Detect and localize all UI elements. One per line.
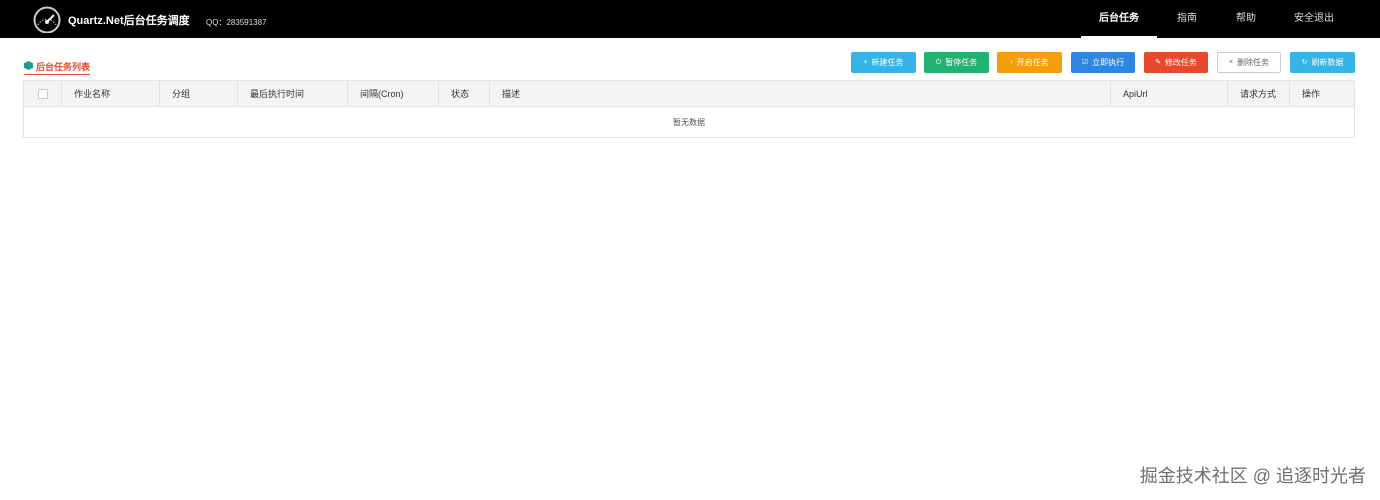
- section-title: 后台任务列表: [24, 60, 91, 75]
- empty-state-text: 暂无数据: [673, 118, 705, 127]
- edit-task-label: 修改任务: [1164, 58, 1197, 67]
- watermark: 掘金技术社区 @ 追逐时光者: [1139, 466, 1366, 486]
- column-header-status[interactable]: 状态: [439, 81, 490, 107]
- qq-contact: QQ：283591387: [206, 18, 267, 27]
- close-icon: ×: [1228, 59, 1234, 66]
- speedometer-logo-icon: [33, 6, 61, 33]
- play-arrow-icon: ›: [1010, 59, 1013, 66]
- column-header-apiurl[interactable]: ApiUrl: [1111, 81, 1228, 107]
- select-all-checkbox[interactable]: [38, 89, 48, 99]
- edit-icon: ✎: [1155, 59, 1161, 66]
- nav-item-guide[interactable]: 指南: [1165, 0, 1209, 38]
- column-header-cron[interactable]: 间隔(Cron): [348, 81, 439, 107]
- section-title-text: 后台任务列表: [36, 62, 91, 72]
- delete-task-label: 删除任务: [1237, 58, 1270, 67]
- plus-icon: +: [863, 59, 868, 66]
- app-title: Quartz.Net后台任务调度: [68, 15, 190, 27]
- table-header: 作业名称 分组 最后执行时间 间隔(Cron) 状态 描述 ApiUrl 请求方…: [24, 81, 1354, 107]
- start-task-label: 开启任务: [1016, 58, 1049, 67]
- cube-icon: [24, 61, 33, 70]
- column-header-group[interactable]: 分组: [160, 81, 238, 107]
- edit-task-button[interactable]: ✎ 修改任务: [1144, 52, 1208, 73]
- top-navbar: Quartz.Net后台任务调度 QQ：283591387 后台任务 指南 帮助…: [0, 0, 1380, 38]
- nav-item-tasks[interactable]: 后台任务: [1081, 0, 1157, 38]
- column-header-job-name[interactable]: 作业名称: [62, 81, 160, 107]
- refresh-icon: ↻: [1301, 59, 1308, 66]
- pause-task-button[interactable]: ⏻ 暂停任务: [924, 52, 989, 73]
- run-now-label: 立即执行: [1092, 58, 1125, 67]
- nav-item-logout[interactable]: 安全退出: [1288, 0, 1340, 38]
- refresh-data-label: 刷新数据: [1311, 58, 1344, 67]
- new-task-button[interactable]: + 新建任务: [851, 52, 916, 73]
- column-header-description[interactable]: 描述: [490, 81, 1111, 107]
- select-all-cell: [24, 81, 62, 107]
- nav-item-help[interactable]: 帮助: [1224, 0, 1268, 38]
- column-header-request-method[interactable]: 请求方式: [1228, 81, 1290, 107]
- pause-task-label: 暂停任务: [945, 58, 978, 67]
- delete-task-button[interactable]: × 删除任务: [1217, 52, 1281, 73]
- refresh-data-button[interactable]: ↻ 刷新数据: [1290, 52, 1355, 73]
- new-task-label: 新建任务: [871, 58, 904, 67]
- power-icon: ⏻: [935, 59, 942, 66]
- task-table: 作业名称 分组 最后执行时间 间隔(Cron) 状态 描述 ApiUrl 请求方…: [23, 80, 1355, 138]
- run-now-button[interactable]: ☑ 立即执行: [1071, 52, 1135, 73]
- check-square-icon: ☑: [1081, 59, 1089, 66]
- column-header-actions: 操作: [1302, 89, 1321, 99]
- column-header-last-run[interactable]: 最后执行时间: [238, 81, 348, 107]
- start-task-button[interactable]: › 开启任务: [997, 52, 1062, 73]
